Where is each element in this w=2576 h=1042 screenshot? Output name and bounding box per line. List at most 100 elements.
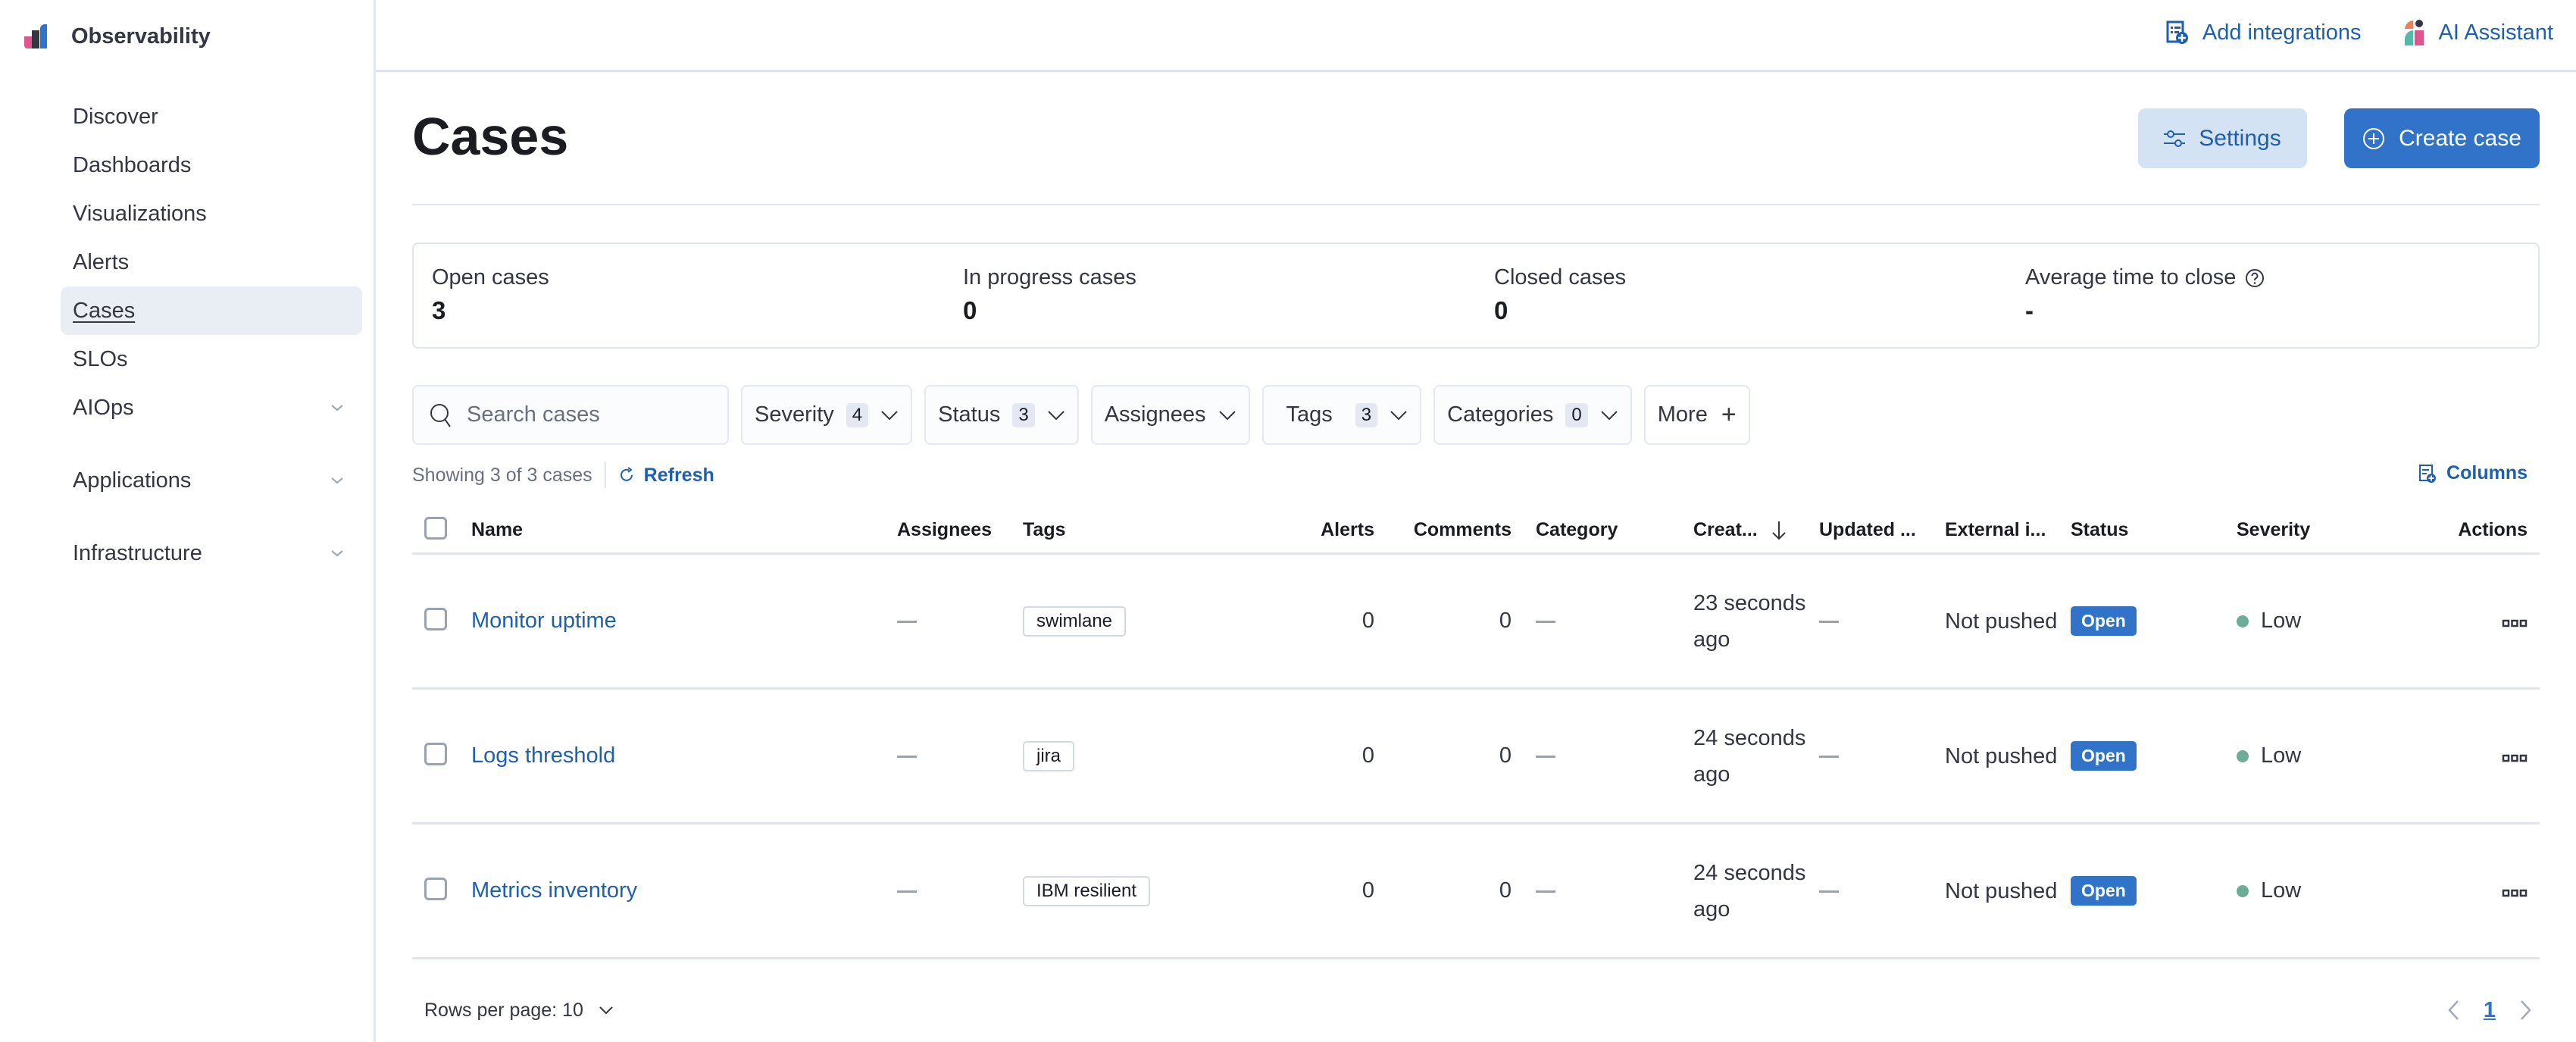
previous-page-icon[interactable] — [2447, 1000, 2459, 1021]
filter-label: Tags — [1286, 402, 1333, 427]
sidebar-item-dashboards[interactable]: Dashboards — [61, 141, 362, 189]
more-actions-icon[interactable] — [2502, 753, 2528, 762]
cases-table: Name Assignees Tags Alerts Comments Cate… — [412, 508, 2540, 959]
sidebar-group-applications[interactable]: Applications — [61, 456, 362, 505]
observability-logo-icon — [24, 24, 47, 49]
chevron-down-icon — [1390, 410, 1407, 420]
sidebar-item-alerts[interactable]: Alerts — [61, 238, 362, 286]
filter-status[interactable]: Status 3 — [924, 385, 1079, 445]
stat-in-progress-cases: In progress cases 0 — [945, 244, 1476, 347]
refresh-label: Refresh — [643, 464, 714, 486]
created-time: 23 seconds ago — [1693, 590, 1806, 652]
row-checkbox[interactable] — [424, 878, 447, 900]
severity-indicator: Low — [2237, 743, 2434, 768]
column-header-external-incident: External i... — [1945, 519, 2046, 540]
created-time: 24 seconds ago — [1693, 860, 1806, 922]
comments-count: 0 — [1499, 878, 1512, 903]
chevron-down-icon[interactable] — [330, 401, 344, 415]
title-divider — [412, 204, 2540, 205]
empty-assignees — [897, 755, 917, 758]
more-filters-button[interactable]: More + — [1643, 385, 1750, 445]
refresh-button[interactable]: Refresh — [618, 465, 714, 487]
sidebar-item-visualizations[interactable]: Visualizations — [61, 189, 362, 238]
select-all-checkbox[interactable] — [424, 517, 447, 540]
ai-assistant-label: AI Assistant — [2438, 20, 2553, 45]
more-actions-icon[interactable] — [2502, 888, 2528, 897]
app-name: Observability — [71, 23, 211, 49]
alerts-count: 0 — [1361, 878, 1374, 903]
filter-categories[interactable]: Categories 0 — [1433, 385, 1632, 445]
stat-value: 0 — [1494, 296, 1508, 324]
filter-tags[interactable]: Tags 3 — [1261, 385, 1422, 445]
chevron-down-icon[interactable] — [330, 474, 344, 487]
comments-count: 0 — [1499, 743, 1512, 768]
showing-count: Showing 3 of 3 cases — [412, 464, 592, 486]
rows-per-page-label: Rows per page: 10 — [424, 999, 583, 1021]
case-name-link[interactable]: Metrics inventory — [471, 878, 637, 903]
chevron-down-icon — [881, 410, 898, 420]
case-stats-panel: Open cases 3 In progress cases 0 Closed … — [412, 243, 2540, 349]
add-integrations-link[interactable]: Add integrations — [2166, 20, 2361, 45]
columns-button[interactable]: Columns — [2419, 462, 2528, 484]
alerts-count: 0 — [1361, 743, 1374, 768]
chevron-down-icon — [1047, 410, 1064, 420]
sidebar-item-cases[interactable]: Cases — [61, 286, 362, 335]
sidebar-item-label: SLOs — [73, 346, 128, 371]
status-badge: Open — [2071, 606, 2137, 636]
next-page-icon[interactable] — [2520, 1000, 2532, 1021]
filter-label: More — [1657, 402, 1708, 427]
case-name-link[interactable]: Logs threshold — [471, 743, 615, 768]
pagination-bar: Rows per page: 10 1 — [412, 995, 2540, 1025]
stat-label: In progress cases — [963, 265, 1136, 289]
ai-assistant-button[interactable]: AI Assistant — [2405, 20, 2553, 45]
filter-count-badge: 3 — [1355, 402, 1378, 427]
sidebar-item-discover[interactable]: Discover — [61, 92, 362, 141]
select-all-cell — [412, 517, 471, 543]
filter-count-badge: 0 — [1565, 402, 1588, 427]
search-icon — [430, 403, 451, 427]
stat-closed-cases: Closed cases 0 — [1476, 244, 2007, 347]
severity-dot-icon — [2237, 749, 2249, 762]
search-input[interactable] — [467, 402, 709, 427]
row-checkbox[interactable] — [424, 608, 447, 631]
column-header-updated[interactable]: Updated ... — [1819, 519, 1945, 541]
severity-indicator: Low — [2237, 609, 2434, 634]
severity-label: Low — [2261, 609, 2302, 633]
column-header-assignees: Assignees — [897, 519, 993, 540]
column-header-name[interactable]: Name — [471, 519, 897, 541]
column-header-status[interactable]: Status — [2071, 519, 2237, 541]
filter-severity[interactable]: Severity 4 — [741, 385, 913, 445]
row-checkbox[interactable] — [424, 743, 447, 765]
column-header-created[interactable]: Creat... — [1693, 519, 1819, 541]
chevron-down-icon — [599, 1006, 613, 1015]
table-header: Name Assignees Tags Alerts Comments Cate… — [412, 508, 2540, 555]
settings-sliders-icon — [2164, 130, 2186, 147]
case-name-link[interactable]: Monitor uptime — [471, 609, 617, 633]
rows-per-page-select[interactable]: Rows per page: 10 — [412, 1000, 614, 1022]
filter-assignees[interactable]: Assignees — [1090, 385, 1250, 445]
chevron-down-icon[interactable] — [330, 546, 344, 560]
brand[interactable]: Observability — [24, 21, 211, 52]
settings-label: Settings — [2199, 125, 2281, 151]
settings-button[interactable]: Settings — [2138, 108, 2307, 168]
table-row: Monitor uptime swimlane 0 0 23 seconds a… — [412, 555, 2540, 690]
severity-dot-icon — [2237, 884, 2249, 897]
column-header-created-label: Creat... — [1693, 519, 1758, 540]
search-box[interactable] — [412, 385, 729, 445]
results-summary: Showing 3 of 3 cases Refresh — [412, 462, 714, 488]
column-header-severity[interactable]: Severity — [2237, 519, 2434, 541]
status-badge: Open — [2071, 741, 2137, 771]
question-circle-icon[interactable] — [2245, 268, 2265, 288]
page-1-button[interactable]: 1 — [2484, 998, 2496, 1023]
sidebar-item-aiops[interactable]: AIOps — [61, 383, 362, 432]
sidebar-group-infrastructure[interactable]: Infrastructure — [61, 529, 362, 577]
page-title: Cases — [412, 107, 569, 166]
plus-icon: + — [1721, 400, 1737, 429]
more-actions-icon[interactable] — [2502, 618, 2528, 627]
create-case-button[interactable]: Create case — [2344, 108, 2540, 168]
filter-label: Categories — [1447, 402, 1554, 427]
sidebar-item-slos[interactable]: SLOs — [61, 335, 362, 383]
empty-assignees — [897, 620, 917, 623]
stat-value: - — [2025, 296, 2034, 324]
sidebar-item-label: Dashboards — [73, 152, 192, 177]
